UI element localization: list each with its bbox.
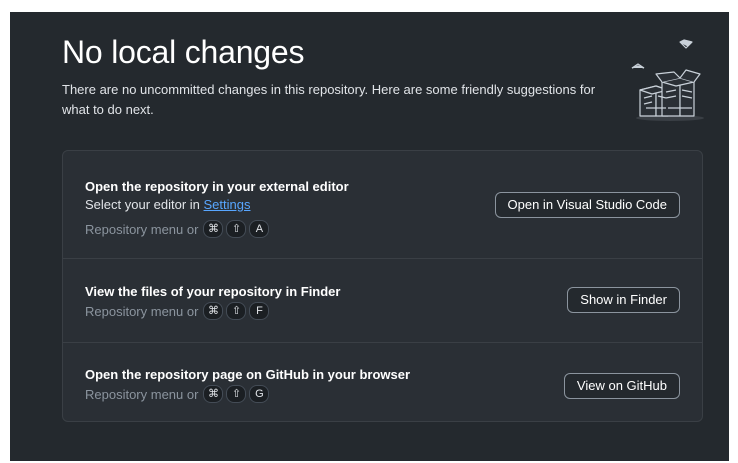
shift-key: ⇧ (226, 385, 247, 403)
shift-key: ⇧ (226, 302, 247, 320)
command-key: ⌘ (203, 302, 224, 320)
shortcut-text: Repository menu or (85, 221, 199, 237)
settings-link[interactable]: Settings (204, 197, 251, 212)
letter-key: G (249, 385, 270, 403)
shift-key: ⇧ (226, 220, 247, 238)
command-key: ⌘ (203, 385, 224, 403)
empty-boxes-illustration (622, 32, 706, 124)
letter-key: F (249, 302, 270, 320)
shortcut-hint: Repository menu or ⌘ ⇧ A (85, 220, 270, 238)
suggestion-title: View the files of your repository in Fin… (85, 284, 341, 299)
suggestion-show-in-finder: View the files of your repository in Fin… (63, 258, 702, 342)
suggestion-subtitle: Select your editor in Settings (85, 197, 251, 212)
suggestion-title: Open the repository in your external edi… (85, 179, 349, 194)
suggestions-card: Open the repository in your external edi… (62, 150, 703, 422)
suggestion-open-editor: Open the repository in your external edi… (63, 151, 702, 258)
shortcut-hint: Repository menu or ⌘ ⇧ F (85, 302, 270, 320)
letter-key: A (249, 220, 270, 238)
shortcut-hint: Repository menu or ⌘ ⇧ G (85, 385, 270, 403)
shortcut-text: Repository menu or (85, 303, 199, 319)
shortcut-text: Repository menu or (85, 386, 199, 402)
command-key: ⌘ (203, 220, 224, 238)
page-title: No local changes (62, 34, 305, 70)
suggestion-subtitle-text: Select your editor in (85, 197, 204, 212)
view-on-github-button[interactable]: View on GitHub (563, 373, 680, 399)
suggestion-view-on-github: Open the repository page on GitHub in yo… (63, 342, 702, 422)
page-subtitle: There are no uncommitted changes in this… (62, 82, 596, 117)
suggestion-title: Open the repository page on GitHub in yo… (85, 367, 411, 382)
open-in-editor-button[interactable]: Open in Visual Studio Code (494, 192, 680, 218)
show-in-finder-button[interactable]: Show in Finder (567, 287, 680, 313)
no-changes-view: No local changes There are no uncommitte… (10, 12, 729, 461)
